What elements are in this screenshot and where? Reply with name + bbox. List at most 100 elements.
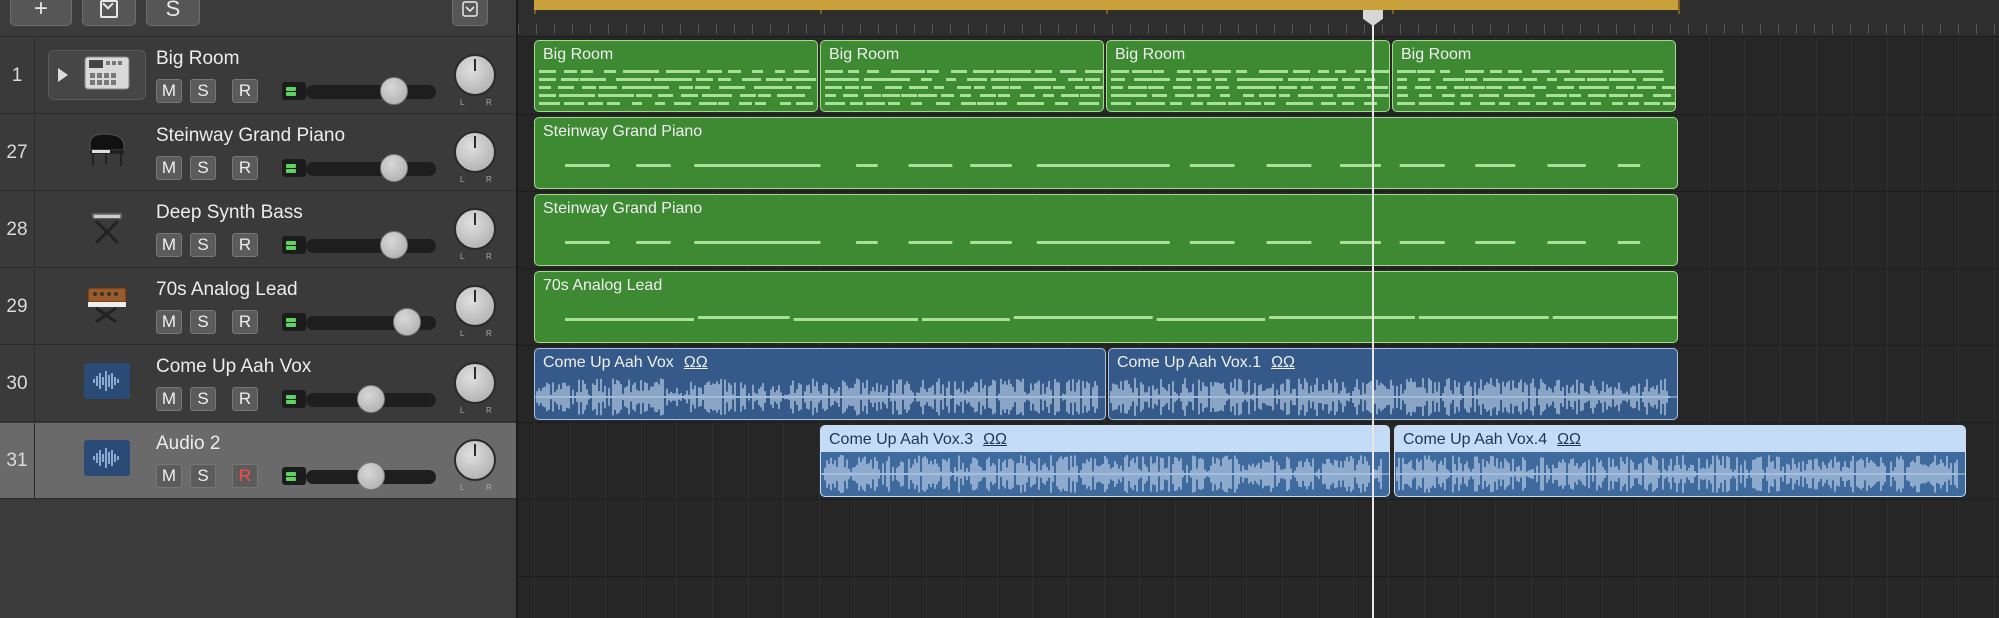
- solo-button[interactable]: S: [190, 387, 216, 411]
- grand-piano-icon[interactable]: [82, 129, 132, 171]
- collapse-button[interactable]: [452, 0, 488, 26]
- record-enable-button[interactable]: R: [232, 464, 258, 488]
- waveform-icon[interactable]: [82, 360, 132, 402]
- region-label: Steinway Grand Piano: [543, 123, 702, 141]
- add-track-button[interactable]: +: [10, 0, 72, 26]
- audio-region[interactable]: Come Up Aah Vox.1 ΩΩ: [1108, 348, 1678, 420]
- midi-region[interactable]: Big Room: [820, 40, 1104, 112]
- ruler-tick: [1562, 24, 1563, 34]
- pan-right-label: R: [486, 329, 492, 338]
- track-header[interactable]: 29 70s Analog Lead M S R L R: [0, 269, 516, 345]
- solo-button[interactable]: S: [190, 79, 216, 103]
- solo-button[interactable]: S: [190, 310, 216, 334]
- record-enable-button[interactable]: R: [232, 233, 258, 257]
- track-header[interactable]: 1 Big Room M S R L R: [0, 38, 516, 114]
- solo-mode-button[interactable]: S: [146, 0, 200, 26]
- pan-knob[interactable]: [454, 439, 496, 481]
- chevron-down-icon: [462, 1, 478, 17]
- ruler-tick: [1634, 24, 1635, 34]
- ruler-tick: [896, 24, 897, 34]
- grid-line: [1922, 37, 1923, 618]
- pan-knob[interactable]: [454, 362, 496, 404]
- record-enable-button[interactable]: R: [232, 79, 258, 103]
- ruler-tick: [1598, 24, 1599, 34]
- track-name[interactable]: Steinway Grand Piano: [156, 125, 345, 147]
- volume-slider-handle[interactable]: [357, 462, 385, 490]
- ruler-tick: [536, 24, 537, 34]
- keyboard-stand-icon[interactable]: [82, 206, 132, 248]
- solo-button[interactable]: S: [190, 233, 216, 257]
- midi-region[interactable]: 70s Analog Lead: [534, 271, 1678, 343]
- track-lane-separator: [518, 345, 1999, 346]
- track-number: 29: [0, 269, 35, 344]
- ruler-tick: [1580, 24, 1581, 34]
- volume-slider-handle[interactable]: [380, 77, 408, 105]
- midi-region[interactable]: Big Room: [534, 40, 818, 112]
- track-name[interactable]: 70s Analog Lead: [156, 279, 298, 301]
- mute-button[interactable]: M: [156, 79, 182, 103]
- volume-slider-handle[interactable]: [380, 231, 408, 259]
- mute-button[interactable]: M: [156, 233, 182, 257]
- track-name[interactable]: Come Up Aah Vox: [156, 356, 311, 378]
- disclosure-triangle-icon[interactable]: [58, 68, 68, 82]
- cycle-region[interactable]: [534, 0, 1678, 10]
- pan-knob[interactable]: [454, 208, 496, 250]
- track-name[interactable]: Big Room: [156, 48, 239, 70]
- volume-slider[interactable]: [306, 77, 436, 105]
- ruler-tick: [1688, 24, 1689, 34]
- midi-region[interactable]: Steinway Grand Piano: [534, 194, 1678, 266]
- track-header[interactable]: 30 Come Up Aah Vox M S R L R: [0, 346, 516, 422]
- audio-region-selected[interactable]: Come Up Aah Vox.4 ΩΩ: [1394, 425, 1966, 497]
- record-enable-button[interactable]: R: [232, 387, 258, 411]
- volume-slider[interactable]: [306, 462, 436, 490]
- volume-slider[interactable]: [306, 154, 436, 182]
- drum-machine-icon[interactable]: [82, 52, 132, 94]
- track-name[interactable]: Deep Synth Bass: [156, 202, 303, 224]
- volume-slider-handle[interactable]: [380, 154, 408, 182]
- mute-button[interactable]: M: [156, 464, 182, 488]
- level-meter: [282, 236, 306, 254]
- pan-knob[interactable]: [454, 54, 496, 96]
- pan-knob[interactable]: [454, 131, 496, 173]
- track-header[interactable]: 28 Deep Synth Bass M S R L R: [0, 192, 516, 268]
- track-header[interactable]: 27 Steinway Grand Piano M S R L R: [0, 115, 516, 191]
- audio-region-selected[interactable]: Come Up Aah Vox.3 ΩΩ: [820, 425, 1390, 497]
- track-list-toolbar: + S: [0, 0, 516, 37]
- midi-region[interactable]: Steinway Grand Piano: [534, 117, 1678, 189]
- region-name: Big Room: [1401, 46, 1472, 63]
- playhead[interactable]: [1372, 12, 1374, 618]
- duplicate-track-button[interactable]: [82, 0, 136, 26]
- mute-button[interactable]: M: [156, 387, 182, 411]
- ruler-tick: [1274, 24, 1275, 34]
- region-label: Big Room: [829, 46, 899, 64]
- waveform-icon[interactable]: [82, 437, 132, 479]
- audio-region[interactable]: Come Up Aah Vox ΩΩ: [534, 348, 1106, 420]
- region-label: Come Up Aah Vox.4 ΩΩ: [1403, 431, 1581, 449]
- ruler-tick: [1958, 24, 1959, 34]
- synth-icon[interactable]: [82, 283, 132, 325]
- volume-slider[interactable]: [306, 308, 436, 336]
- midi-region[interactable]: Big Room: [1106, 40, 1390, 112]
- mute-button[interactable]: M: [156, 310, 182, 334]
- mute-button[interactable]: M: [156, 156, 182, 180]
- ruler-tick: [878, 24, 879, 34]
- record-enable-button[interactable]: R: [232, 156, 258, 180]
- track-header[interactable]: 31 Audio 2 M S R L R: [0, 423, 516, 499]
- solo-button[interactable]: S: [190, 156, 216, 180]
- loop-icon: ΩΩ: [1271, 354, 1296, 371]
- volume-slider-handle[interactable]: [357, 385, 385, 413]
- ruler-tick: [932, 24, 933, 34]
- volume-slider[interactable]: [306, 385, 436, 413]
- solo-button[interactable]: S: [190, 464, 216, 488]
- volume-slider-handle[interactable]: [393, 308, 421, 336]
- volume-slider[interactable]: [306, 231, 436, 259]
- ruler-tick: [608, 24, 609, 34]
- midi-region[interactable]: Big Room: [1392, 40, 1676, 112]
- pan-knob[interactable]: [454, 285, 496, 327]
- ruler-tick: [770, 24, 771, 34]
- pan-left-label: L: [460, 175, 465, 184]
- track-lane-separator: [518, 191, 1999, 192]
- track-name[interactable]: Audio 2: [156, 433, 220, 455]
- record-enable-button[interactable]: R: [232, 310, 258, 334]
- track-lane-separator: [518, 576, 1999, 577]
